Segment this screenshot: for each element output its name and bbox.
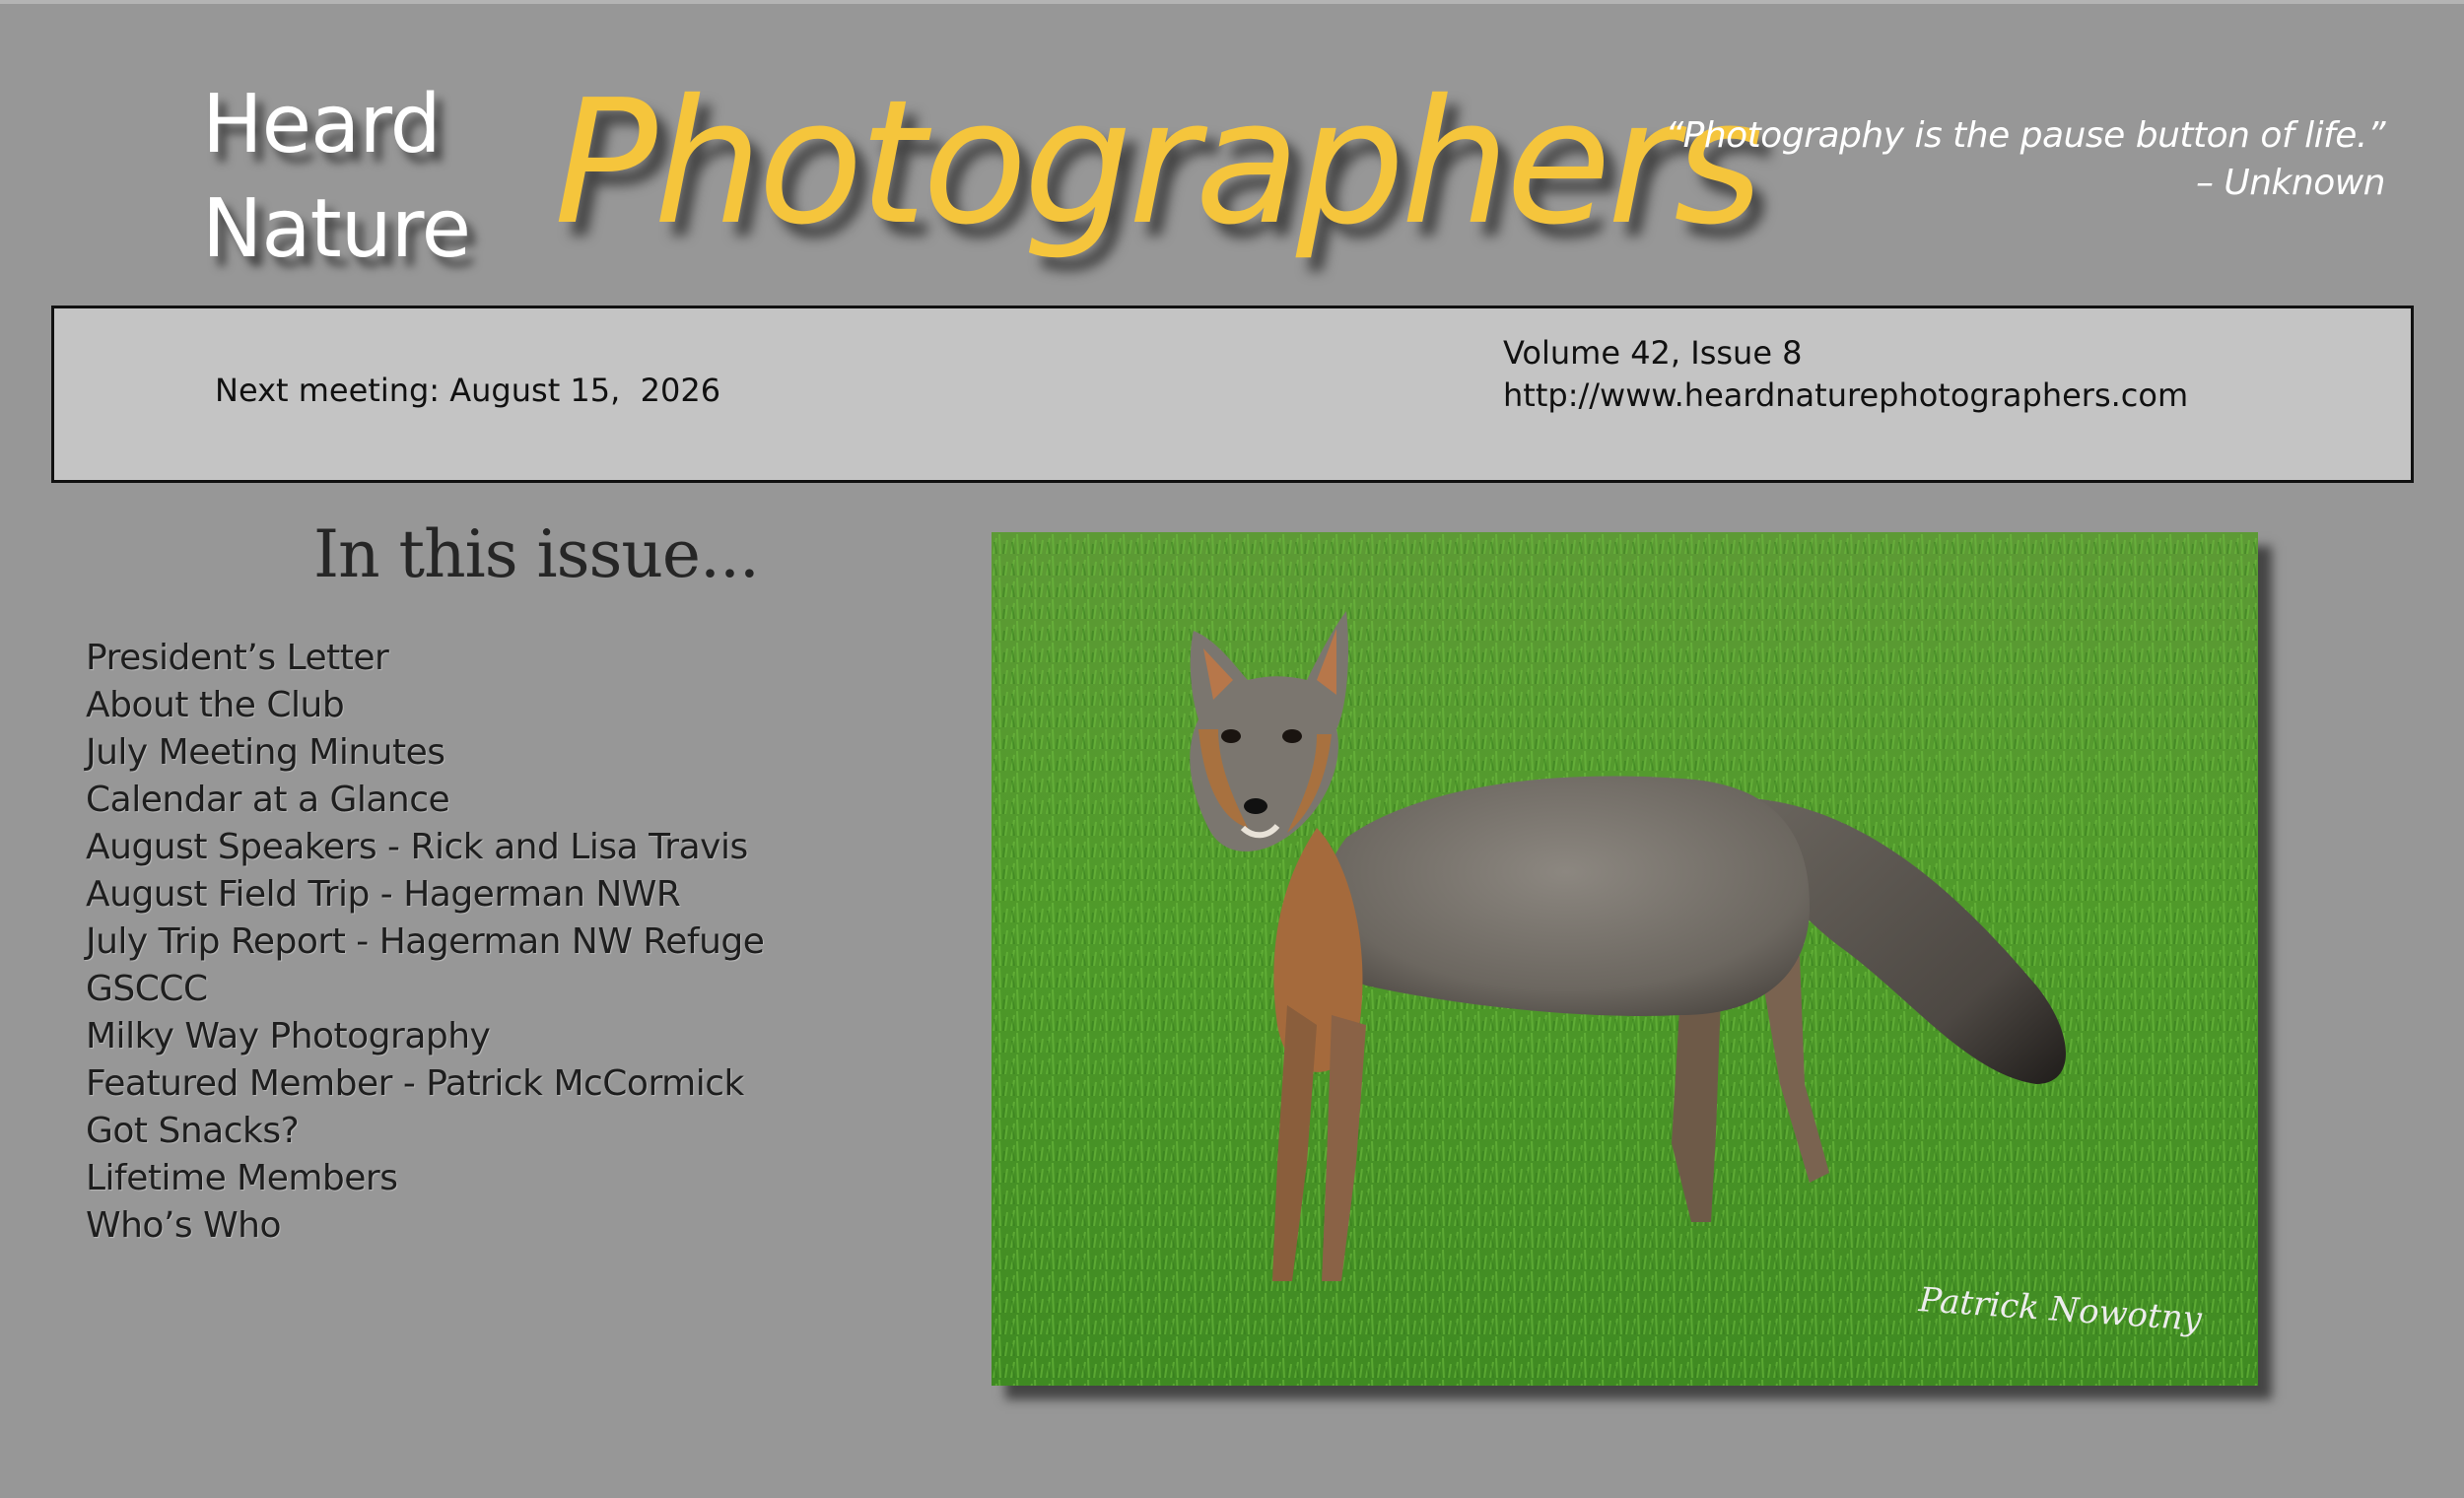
toc-item[interactable]: August Speakers - Rick and Lisa Travis <box>86 824 764 871</box>
toc-item[interactable]: Featured Member - Patrick McCormick <box>86 1060 764 1108</box>
masthead-line-heard: Heard <box>202 78 442 171</box>
toc-item[interactable]: About the Club <box>86 682 764 729</box>
masthead-quote: “Photography is the pause button of life… <box>1665 112 2385 207</box>
toc-item[interactable]: President’s Letter <box>86 635 764 682</box>
toc-item[interactable]: Who’s Who <box>86 1202 764 1250</box>
toc-item[interactable]: August Field Trip - Hagerman NWR <box>86 871 764 919</box>
issue-details: Volume 42, Issue 8 http://www.heardnatur… <box>1503 332 2188 417</box>
toc-item[interactable]: Calendar at a Glance <box>86 777 764 824</box>
fox-body <box>1322 776 1810 1016</box>
toc-item[interactable]: July Trip Report - Hagerman NW Refuge <box>86 919 765 966</box>
fox-eye-left <box>1221 729 1241 743</box>
contents-heading: In this issue... <box>313 516 760 592</box>
toc-item[interactable]: Got Snacks? <box>86 1108 764 1155</box>
quote-text: “Photography is the pause button of life… <box>1665 115 2385 156</box>
fox-eye-right <box>1282 729 1302 743</box>
volume-issue: Volume 42, Issue 8 <box>1503 334 1803 372</box>
newsletter-cover: Heard Nature Photographers “Photography … <box>0 0 2464 1498</box>
fox-nose <box>1244 798 1267 814</box>
masthead-line-nature: Nature <box>202 182 471 276</box>
fox-illustration <box>992 532 2258 1386</box>
masthead-title: Photographers <box>554 63 1763 263</box>
website-link[interactable]: http://www.heardnaturephotographers.com <box>1503 374 2188 417</box>
masthead-club-name: Heard Nature <box>202 73 471 282</box>
issue-info-bar: Next meeting: August 15, 2026 Volume 42,… <box>51 306 2414 483</box>
toc-item[interactable]: Lifetime Members <box>86 1155 764 1202</box>
toc-item[interactable]: July Meeting Minutes <box>86 729 764 777</box>
next-meeting-date: Next meeting: August 15, 2026 <box>215 372 721 409</box>
quote-attribution: – Unknown <box>2195 163 2386 203</box>
table-of-contents: President’s Letter About the Club July M… <box>86 635 765 1250</box>
toc-item[interactable]: GSCCC <box>86 966 764 1013</box>
toc-item[interactable]: Milky Way Photography <box>86 1013 764 1060</box>
cover-photo-gray-fox <box>992 532 2258 1386</box>
